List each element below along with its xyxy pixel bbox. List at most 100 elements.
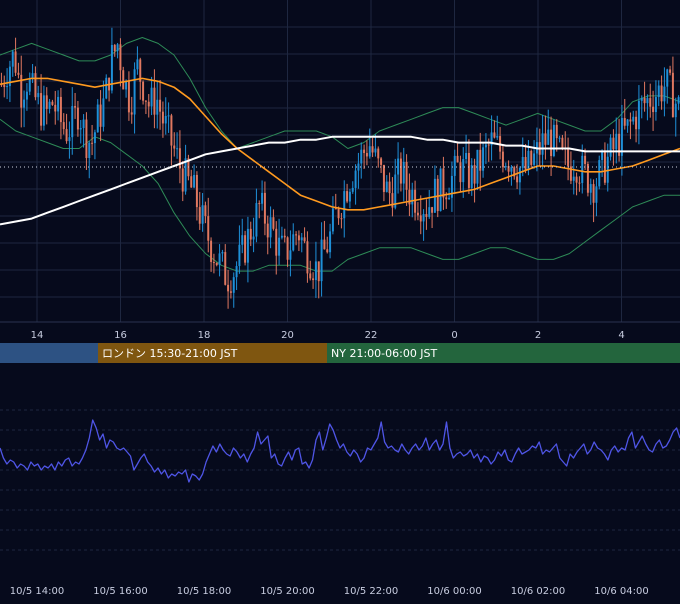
candle-up xyxy=(25,91,28,100)
candle-up xyxy=(462,159,465,183)
candle-up xyxy=(261,192,264,204)
candle-down xyxy=(258,203,261,205)
session-label: NY 21:00-06:00 JST xyxy=(331,347,438,360)
candle-up xyxy=(238,244,241,267)
candle-up xyxy=(581,155,584,183)
candle-down xyxy=(382,164,385,192)
candle-down xyxy=(3,84,6,88)
candle-down xyxy=(550,129,553,157)
candle-down xyxy=(473,165,476,184)
candle-down xyxy=(181,168,184,192)
candle-up xyxy=(88,142,91,158)
candle-down xyxy=(198,207,201,224)
candle-down xyxy=(445,197,448,200)
candle-up xyxy=(357,163,360,171)
osc-axis-tick-label: 10/5 16:00 xyxy=(93,586,147,597)
candle-down xyxy=(161,111,164,124)
candle-down xyxy=(99,104,102,127)
candle-up xyxy=(102,98,105,127)
candle-down xyxy=(210,240,213,262)
candle-down xyxy=(54,104,57,112)
candle-down xyxy=(142,81,145,101)
candle-up xyxy=(674,103,677,118)
candle-down xyxy=(62,122,65,130)
candle-up xyxy=(96,104,99,133)
candle-down xyxy=(51,101,54,105)
candle-up xyxy=(541,133,544,155)
candle-down xyxy=(493,132,496,138)
candle-up xyxy=(278,237,281,256)
main-axis-tick-label: 4 xyxy=(618,330,624,341)
candle-down xyxy=(501,151,504,168)
candle-down xyxy=(414,189,417,213)
candle-up xyxy=(521,156,524,168)
candle-up xyxy=(136,59,139,70)
candle-down xyxy=(623,117,626,126)
candle-down xyxy=(561,137,564,148)
candle-down xyxy=(516,176,519,183)
candle-down xyxy=(173,145,176,149)
candle-up xyxy=(218,253,221,266)
candle-up xyxy=(465,153,468,159)
candle-down xyxy=(459,162,462,183)
candle-up xyxy=(615,133,618,150)
candle-down xyxy=(567,148,570,167)
candle-up xyxy=(450,175,453,198)
candle-down xyxy=(215,262,218,266)
candle-up xyxy=(646,98,649,104)
candle-down xyxy=(297,235,300,241)
candle-down xyxy=(419,215,422,222)
candle-up xyxy=(620,117,623,156)
osc-axis-tick-label: 10/5 22:00 xyxy=(344,586,398,597)
main-axis-tick-label: 16 xyxy=(114,330,127,341)
candle-up xyxy=(252,236,255,240)
candle-up xyxy=(632,116,635,122)
candle-up xyxy=(368,146,371,157)
candle-up xyxy=(314,261,317,281)
candle-down xyxy=(309,273,312,279)
candle-down xyxy=(555,124,558,139)
session-bar: ロンドン 15:30-21:00 JST NY 21:00-06:00 JST xyxy=(0,343,680,363)
candle-up xyxy=(221,252,224,254)
main-axis-tick-label: 22 xyxy=(365,330,378,341)
candle-down xyxy=(283,235,286,238)
candle-up xyxy=(385,181,388,192)
candle-down xyxy=(405,161,408,190)
candle-down xyxy=(178,148,181,169)
candle-up xyxy=(351,187,354,192)
candle-up xyxy=(589,184,592,193)
candle-up xyxy=(292,234,295,251)
candle-up xyxy=(11,51,14,67)
candle-down xyxy=(286,237,289,260)
candle-up xyxy=(68,137,71,142)
candle-down xyxy=(416,212,419,216)
candle-up xyxy=(156,99,159,115)
candle-down xyxy=(365,153,368,157)
candle-down xyxy=(113,45,116,52)
candle-down xyxy=(127,81,130,113)
candle-down xyxy=(660,85,663,102)
candle-down xyxy=(669,69,672,73)
candle-down xyxy=(337,209,340,219)
candle-up xyxy=(484,144,487,148)
main-axis-tick-label: 18 xyxy=(198,330,211,341)
candle-down xyxy=(85,119,88,159)
candle-down xyxy=(249,228,252,240)
candle-down xyxy=(272,217,275,229)
candle-down xyxy=(147,101,150,107)
candle-up xyxy=(609,137,612,157)
candle-up xyxy=(439,168,442,212)
candle-up xyxy=(167,115,170,117)
candle-up xyxy=(176,148,179,150)
candle-down xyxy=(34,73,37,98)
candle-down xyxy=(586,164,589,193)
osc-axis-tick-label: 10/5 20:00 xyxy=(260,586,314,597)
candle-down xyxy=(530,150,533,165)
candle-down xyxy=(45,95,48,109)
session-label: ロンドン 15:30-21:00 JST xyxy=(102,347,238,360)
candle-down xyxy=(266,223,269,238)
candle-down xyxy=(584,155,587,164)
candle-up xyxy=(241,235,244,245)
candle-up xyxy=(320,239,323,282)
osc-axis-tick-label: 10/6 04:00 xyxy=(594,586,648,597)
